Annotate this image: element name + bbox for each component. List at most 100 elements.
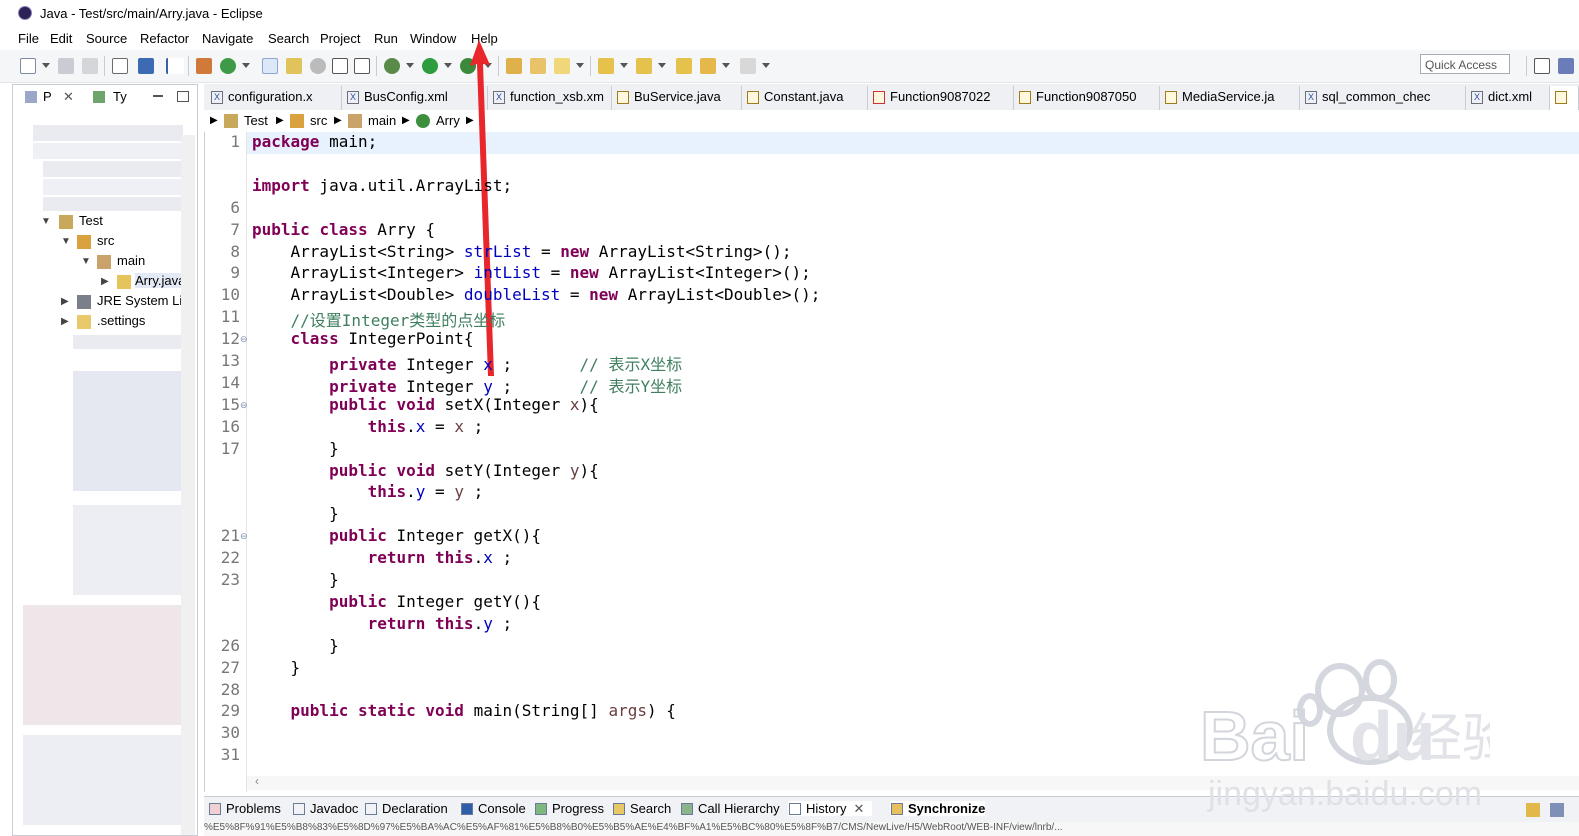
code-line[interactable]: } xyxy=(252,439,339,458)
code-line[interactable]: ArrayList<String> strList = new ArrayLis… xyxy=(252,242,792,261)
code-line[interactable]: } xyxy=(252,636,339,655)
code-line[interactable]: public Integer getX(){ xyxy=(252,526,541,545)
tab-problems[interactable]: Problems xyxy=(208,801,281,816)
save-all-icon[interactable] xyxy=(82,58,98,74)
show-whitespace-icon[interactable] xyxy=(354,58,370,74)
vertical-scrollbar[interactable] xyxy=(181,135,195,835)
search-tool-icon[interactable] xyxy=(554,58,570,74)
code-line[interactable]: return this.y ; xyxy=(252,614,513,633)
binary-icon[interactable] xyxy=(112,58,128,74)
scroll-left-icon[interactable]: ‹ xyxy=(255,774,259,788)
tab-dict[interactable]: Xdict.xml xyxy=(1466,86,1550,110)
open-folder-icon[interactable] xyxy=(530,58,546,74)
breadcrumb-src[interactable]: src xyxy=(310,113,327,128)
fold-toggle-icon[interactable]: ⊖ xyxy=(240,400,248,411)
sync-action-icon[interactable] xyxy=(1526,803,1540,817)
tab-package-explorer[interactable]: P ✕ xyxy=(19,85,79,109)
forward-icon[interactable] xyxy=(740,58,756,74)
code-line[interactable]: ArrayList<Double> doubleList = new Array… xyxy=(252,285,821,304)
code-line[interactable]: ArrayList<Integer> intList = new ArrayLi… xyxy=(252,263,811,282)
tree-item-main[interactable]: main xyxy=(117,253,145,268)
tab-buservice[interactable]: BuService.java xyxy=(612,86,742,110)
prev-annotation-icon[interactable] xyxy=(636,58,652,74)
next-annotation-icon[interactable] xyxy=(598,58,614,74)
collapse-icon[interactable]: ▼ xyxy=(81,256,91,267)
close-icon[interactable]: ✕ xyxy=(63,85,74,109)
tab-search[interactable]: Search xyxy=(612,801,671,816)
expand-icon[interactable]: ▶ xyxy=(101,276,109,287)
run-icon[interactable] xyxy=(422,58,438,74)
tree-item-settings[interactable]: .settings xyxy=(97,313,145,328)
tab-synchronize[interactable]: Synchronize xyxy=(890,801,986,816)
code-line[interactable]: } xyxy=(252,658,301,677)
tree-item-test[interactable]: Test xyxy=(79,213,103,228)
menu-search[interactable]: Search xyxy=(268,31,309,46)
code-line[interactable]: public class Arry { xyxy=(252,220,435,239)
breadcrumb-arry[interactable]: Arry xyxy=(436,113,460,128)
menu-project[interactable]: Project xyxy=(320,31,360,46)
code-line[interactable]: private Integer y ; // 表示Y坐标 xyxy=(252,373,682,397)
build-icon[interactable] xyxy=(196,58,212,74)
console-icon[interactable] xyxy=(138,58,154,74)
code-line[interactable]: //设置Integer类型的点坐标 xyxy=(252,307,506,331)
tab-javadoc[interactable]: Javadoc xyxy=(292,801,358,816)
expand-icon[interactable]: ▶ xyxy=(61,316,69,327)
annotation-icon[interactable] xyxy=(310,58,326,74)
fold-toggle-icon[interactable]: ⊖ xyxy=(240,334,248,345)
view-menu-icon[interactable] xyxy=(1550,803,1564,817)
tab-function9087022[interactable]: Function9087022 xyxy=(868,86,1014,110)
expand-icon[interactable]: ▶ xyxy=(61,296,69,307)
refresh-icon[interactable] xyxy=(220,58,236,74)
java-perspective-icon[interactable] xyxy=(1558,58,1574,74)
collapse-icon[interactable]: ▼ xyxy=(61,236,71,247)
code-line[interactable]: public void setY(Integer y){ xyxy=(252,461,599,480)
tab-busconfig[interactable]: X BusConfig.xml xyxy=(342,86,488,110)
code-line[interactable]: public void setX(Integer x){ xyxy=(252,395,599,414)
tab-declaration[interactable]: Declaration xyxy=(364,801,448,816)
code-line[interactable]: public static void main(String[] args) { xyxy=(252,701,676,720)
breadcrumb-main[interactable]: main xyxy=(368,113,396,128)
tab-console[interactable]: Console xyxy=(460,801,526,816)
next-annotation-dropdown-icon[interactable] xyxy=(620,63,628,68)
tab-progress[interactable]: Progress xyxy=(534,801,604,816)
menu-window[interactable]: Window xyxy=(410,31,456,46)
menu-refactor[interactable]: Refactor xyxy=(140,31,189,46)
menu-edit[interactable]: Edit xyxy=(50,31,72,46)
code-line[interactable]: } xyxy=(252,570,339,589)
toggle-mark-occurrences-icon[interactable] xyxy=(262,58,278,74)
minimize-icon[interactable] xyxy=(153,95,163,97)
skip-breakpoints-icon[interactable] xyxy=(166,58,184,74)
code-line[interactable]: import java.util.ArrayList; xyxy=(252,176,512,195)
debug-icon[interactable] xyxy=(384,58,400,74)
tab-history[interactable]: History ✕ xyxy=(788,801,873,817)
tree-item-src[interactable]: src xyxy=(97,233,114,248)
new-dropdown-icon[interactable] xyxy=(42,63,50,68)
menu-run[interactable]: Run xyxy=(374,31,398,46)
code-line[interactable]: package main; xyxy=(252,132,377,151)
collapse-icon[interactable]: ▼ xyxy=(41,216,51,227)
back-icon[interactable] xyxy=(700,58,716,74)
back-dropdown-icon[interactable] xyxy=(722,63,730,68)
code-line[interactable]: return this.x ; xyxy=(252,548,513,567)
block-selection-icon[interactable] xyxy=(332,58,348,74)
highlight-icon[interactable] xyxy=(286,58,302,74)
tab-arry-active[interactable] xyxy=(1550,86,1579,110)
tab-configuration[interactable]: Xconfiguration.x xyxy=(206,86,342,110)
forward-dropdown-icon[interactable] xyxy=(762,63,770,68)
menu-navigate[interactable]: Navigate xyxy=(202,31,253,46)
debug-dropdown-icon[interactable] xyxy=(406,63,414,68)
tab-function9087050[interactable]: Function9087050 xyxy=(1014,86,1160,110)
tab-mediaservice[interactable]: MediaService.ja xyxy=(1160,86,1300,110)
close-icon[interactable]: ✕ xyxy=(854,801,865,817)
code-line[interactable]: class IntegerPoint{ xyxy=(252,329,474,348)
quick-access-input[interactable]: Quick Access xyxy=(1420,54,1510,74)
code-line[interactable]: this.y = y ; xyxy=(252,482,484,501)
code-line[interactable]: this.x = x ; xyxy=(252,417,484,436)
menu-file[interactable]: File xyxy=(18,31,39,46)
new-icon[interactable] xyxy=(20,58,36,74)
tab-type-hierarchy[interactable]: Ty xyxy=(93,85,143,109)
code-line[interactable]: } xyxy=(252,504,339,523)
tab-call-hierarchy[interactable]: Call Hierarchy xyxy=(680,801,780,816)
fold-toggle-icon[interactable]: ⊖ xyxy=(240,531,248,542)
refresh-dropdown-icon[interactable] xyxy=(242,63,250,68)
